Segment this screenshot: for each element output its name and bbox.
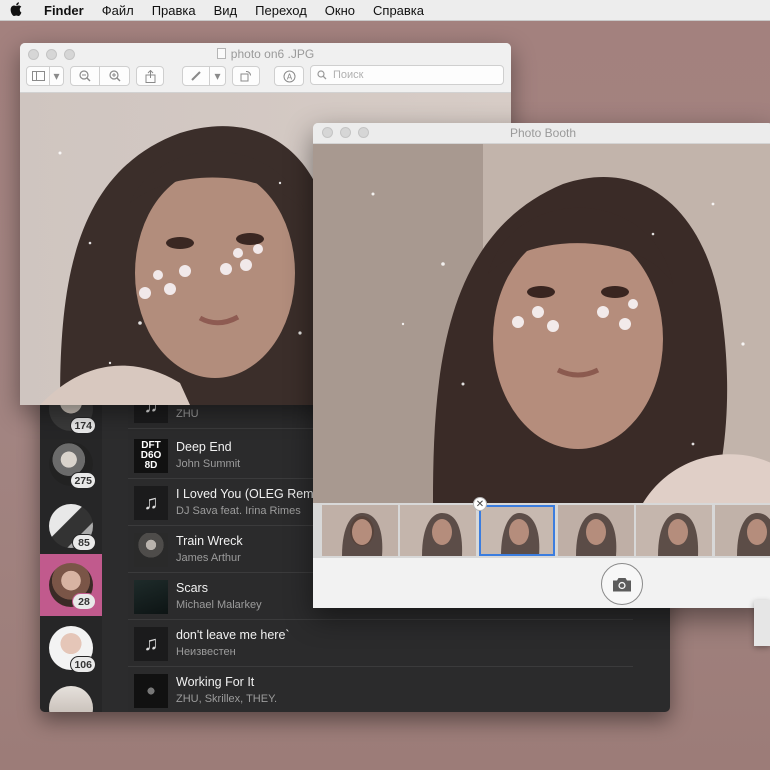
thumbnail[interactable]	[636, 505, 712, 556]
album-art: DFT D6O 8D	[134, 439, 168, 473]
playlist-count-badge: 174	[70, 417, 96, 434]
markup-pen-icon[interactable]	[182, 66, 210, 86]
preview-titlebar[interactable]: photo on6 .JPG ▾ ▾ A Поиск	[20, 43, 511, 93]
rotate-icon[interactable]	[232, 66, 260, 86]
album-art	[134, 674, 168, 708]
search-placeholder: Поиск	[333, 69, 364, 81]
photo-booth-window: Photo Booth ✕	[313, 123, 770, 608]
camera-icon	[613, 577, 631, 591]
svg-text:A: A	[286, 72, 292, 81]
playlist-count-badge: 85	[72, 534, 96, 551]
album-art-text: DFT D6O 8D	[140, 440, 162, 471]
menu-go[interactable]: Переход	[255, 3, 307, 18]
playlist-count-badge: 106	[70, 656, 96, 673]
thumbnail[interactable]	[400, 505, 476, 556]
playlist-item[interactable]: 85	[40, 495, 102, 557]
menu-finder[interactable]: Finder	[44, 3, 84, 18]
track-row[interactable]: Working For It ZHU, Skrillex, THEY.	[128, 667, 633, 712]
apple-icon[interactable]	[10, 1, 36, 19]
track-artist: James Arthur	[176, 552, 241, 564]
thumbnail-selected[interactable]	[479, 505, 555, 556]
menu-file[interactable]: Файл	[102, 3, 134, 18]
menu-window[interactable]: Окно	[325, 3, 355, 18]
search-icon	[317, 68, 327, 86]
thumbnail[interactable]	[322, 505, 398, 556]
note-icon: ♫	[134, 627, 168, 661]
playlist-sidebar: 174 275 85 28 106	[40, 395, 102, 712]
window-title: photo on6 .JPG	[20, 47, 511, 61]
playlist-count-badge: 28	[72, 593, 96, 610]
note-icon: ♫	[134, 486, 168, 520]
take-photo-button[interactable]	[601, 563, 643, 605]
share-icon[interactable]	[136, 66, 164, 86]
track-title: Deep End	[176, 440, 232, 454]
album-art	[134, 533, 168, 567]
thumbnail[interactable]	[558, 505, 634, 556]
track-artist: John Summit	[176, 458, 241, 470]
menu-bar: Finder Файл Правка Вид Переход Окно Спра…	[0, 0, 770, 21]
zoom-in-icon[interactable]	[100, 66, 130, 86]
search-input[interactable]: Поиск	[310, 65, 504, 85]
playlist-item[interactable]	[40, 677, 102, 712]
sidebar-toggle-group: ▾	[26, 66, 64, 86]
sidebar-gutter	[102, 395, 128, 712]
chevron-down-icon[interactable]: ▾	[50, 66, 64, 86]
photo-booth-titlebar[interactable]: Photo Booth	[313, 123, 770, 144]
playlist-count-badge: 275	[70, 472, 96, 489]
playlist-item[interactable]: 275	[40, 433, 102, 495]
annotate-icon[interactable]: A	[274, 66, 304, 86]
menu-edit[interactable]: Правка	[152, 3, 196, 18]
track-artist: ZHU	[176, 408, 199, 420]
thumbnail[interactable]	[715, 505, 770, 556]
track-title: I Loved You (OLEG Remix	[176, 487, 323, 501]
track-title: Scars	[176, 581, 208, 595]
zoom-out-icon[interactable]	[70, 66, 100, 86]
track-artist: ZHU, Skrillex, THEY.	[176, 693, 278, 705]
track-artist: Michael Malarkey	[176, 599, 262, 611]
playlist-item-active[interactable]: 28	[40, 554, 102, 616]
track-artist: DJ Sava feat. Irina Rimes	[176, 505, 301, 517]
photo-booth-controls	[313, 558, 770, 608]
track-title: don't leave me here`	[176, 628, 290, 642]
zoom-group	[70, 66, 130, 86]
markup-group: ▾	[182, 66, 226, 86]
menu-view[interactable]: Вид	[214, 3, 238, 18]
camera-preview	[313, 144, 770, 503]
menu-help[interactable]: Справка	[373, 3, 424, 18]
window-title: Photo Booth	[509, 126, 577, 140]
album-art	[134, 580, 168, 614]
track-row[interactable]: ♫ don't leave me here` Неизвестен	[128, 620, 633, 667]
track-title: Train Wreck	[176, 534, 243, 548]
delete-thumbnail-icon[interactable]: ✕	[473, 497, 487, 511]
playlist-avatar	[49, 686, 93, 712]
filmstrip	[313, 503, 770, 558]
playlist-item[interactable]: 106	[40, 617, 102, 679]
sidebar-icon[interactable]	[26, 66, 50, 86]
track-title: Working For It	[176, 675, 255, 689]
preview-toolbar: ▾ ▾ A	[26, 65, 304, 87]
track-artist: Неизвестен	[176, 646, 236, 658]
chevron-down-icon[interactable]: ▾	[210, 66, 226, 86]
document-icon	[216, 48, 226, 59]
background-window-edge	[754, 600, 770, 646]
